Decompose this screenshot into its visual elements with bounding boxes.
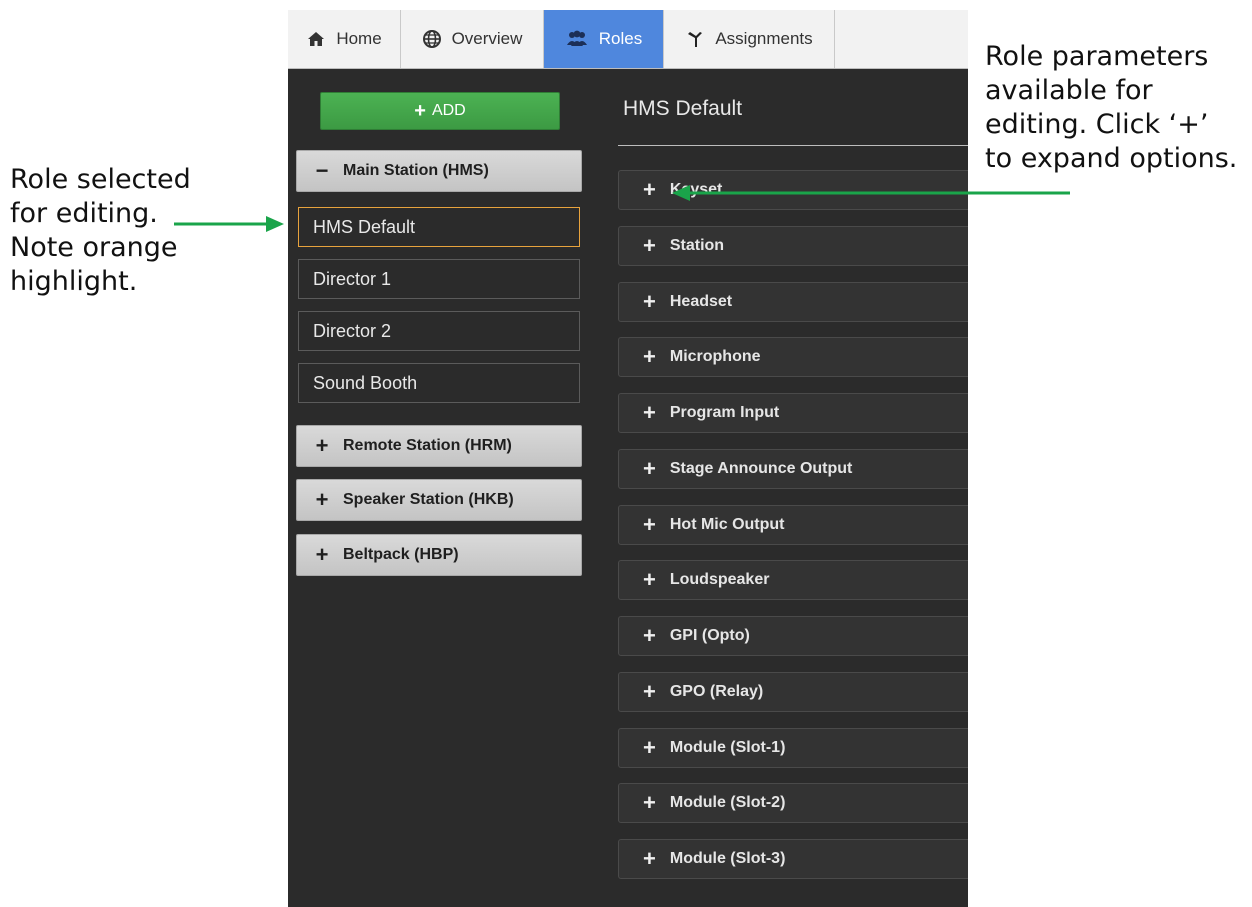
tab-assignments[interactable]: Assignments: [664, 10, 835, 68]
param-label: Hot Mic Output: [669, 516, 785, 533]
param-keyset[interactable]: + Keyset: [618, 170, 968, 210]
expand-icon: +: [643, 233, 656, 258]
param-module-slot-1[interactable]: + Module (Slot-1): [618, 728, 968, 768]
expand-icon: +: [643, 456, 656, 481]
param-label: Module (Slot-1): [669, 739, 786, 756]
tab-home[interactable]: Home: [288, 10, 401, 68]
expand-icon: +: [643, 567, 656, 592]
add-button-label: ADD: [431, 102, 466, 119]
assignments-icon: [685, 29, 705, 49]
param-headset[interactable]: + Headset: [618, 282, 968, 322]
group-label: Speaker Station (HKB): [343, 491, 514, 508]
home-icon: [306, 29, 326, 49]
role-label: HMS Default: [313, 216, 416, 237]
tab-bar: Home Overview Roles Assignments: [288, 10, 968, 69]
param-label: Keyset: [669, 181, 723, 198]
role-item-director-1[interactable]: Director 1: [298, 259, 580, 299]
expand-icon: +: [643, 177, 656, 202]
param-hot-mic-output[interactable]: + Hot Mic Output: [618, 505, 968, 545]
group-label: Remote Station (HRM): [343, 437, 512, 454]
param-label: Loudspeaker: [669, 571, 770, 588]
expand-icon: +: [643, 344, 656, 369]
tab-roles-label: Roles: [598, 29, 643, 48]
users-icon: [565, 29, 589, 49]
expand-icon: +: [315, 542, 329, 567]
param-label: Program Input: [669, 404, 780, 421]
globe-icon: [422, 29, 442, 49]
param-loudspeaker[interactable]: + Loudspeaker: [618, 560, 968, 600]
annotation-role-parameters: Role parameters available for editing. C…: [985, 41, 1238, 174]
param-label: Headset: [669, 293, 733, 310]
plus-icon: +: [414, 99, 426, 122]
param-gpo-relay[interactable]: + GPO (Relay): [618, 672, 968, 712]
role-item-director-2[interactable]: Director 2: [298, 311, 580, 351]
param-stage-announce-output[interactable]: + Stage Announce Output: [618, 449, 968, 489]
param-module-slot-2[interactable]: + Module (Slot-2): [618, 783, 968, 823]
tab-assignments-label: Assignments: [715, 29, 813, 48]
param-label: GPO (Relay): [669, 683, 764, 700]
expand-icon: +: [643, 512, 656, 537]
param-label: Module (Slot-3): [669, 850, 786, 867]
param-program-input[interactable]: + Program Input: [618, 393, 968, 433]
expand-icon: +: [643, 735, 656, 760]
expand-icon: +: [643, 289, 656, 314]
expand-icon: +: [643, 623, 656, 648]
param-label: Module (Slot-2): [669, 794, 786, 811]
expand-icon: +: [643, 790, 656, 815]
role-item-sound-booth[interactable]: Sound Booth: [298, 363, 580, 403]
tab-home-label: Home: [336, 29, 382, 48]
param-label: Station: [669, 237, 725, 254]
role-item-hms-default[interactable]: HMS Default: [298, 207, 580, 247]
param-gpi-opto[interactable]: + GPI (Opto): [618, 616, 968, 656]
group-speaker-station[interactable]: + Speaker Station (HKB): [296, 479, 582, 521]
role-label: Director 2: [313, 320, 392, 341]
group-label: Main Station (HMS): [343, 162, 489, 179]
annotation-role-selected: Role selected for editing. Note orange h…: [10, 164, 191, 297]
role-label: Sound Booth: [313, 372, 418, 393]
add-role-button[interactable]: + ADD: [320, 92, 560, 130]
tab-roles[interactable]: Roles: [544, 10, 664, 68]
param-module-slot-3[interactable]: + Module (Slot-3): [618, 839, 968, 879]
expand-icon: +: [643, 846, 656, 871]
group-main-station[interactable]: − Main Station (HMS): [296, 150, 582, 192]
title-divider: [618, 145, 968, 146]
role-label: Director 1: [313, 268, 392, 289]
expand-icon: +: [643, 400, 656, 425]
page-title: HMS Default: [623, 97, 743, 120]
expand-icon: +: [643, 679, 656, 704]
group-label: Beltpack (HBP): [343, 546, 459, 563]
expand-icon: +: [315, 487, 329, 512]
collapse-icon: −: [315, 158, 329, 183]
group-remote-station[interactable]: + Remote Station (HRM): [296, 425, 582, 467]
param-microphone[interactable]: + Microphone: [618, 337, 968, 377]
param-label: Microphone: [669, 348, 761, 365]
param-label: GPI (Opto): [669, 627, 750, 644]
tab-overview-label: Overview: [451, 29, 523, 48]
tab-overview[interactable]: Overview: [401, 10, 544, 68]
param-station[interactable]: + Station: [618, 226, 968, 266]
expand-icon: +: [315, 433, 329, 458]
group-beltpack[interactable]: + Beltpack (HBP): [296, 534, 582, 576]
roles-app-window: Home Overview Roles Assignments + ADD − …: [288, 10, 968, 907]
param-label: Stage Announce Output: [669, 460, 853, 477]
